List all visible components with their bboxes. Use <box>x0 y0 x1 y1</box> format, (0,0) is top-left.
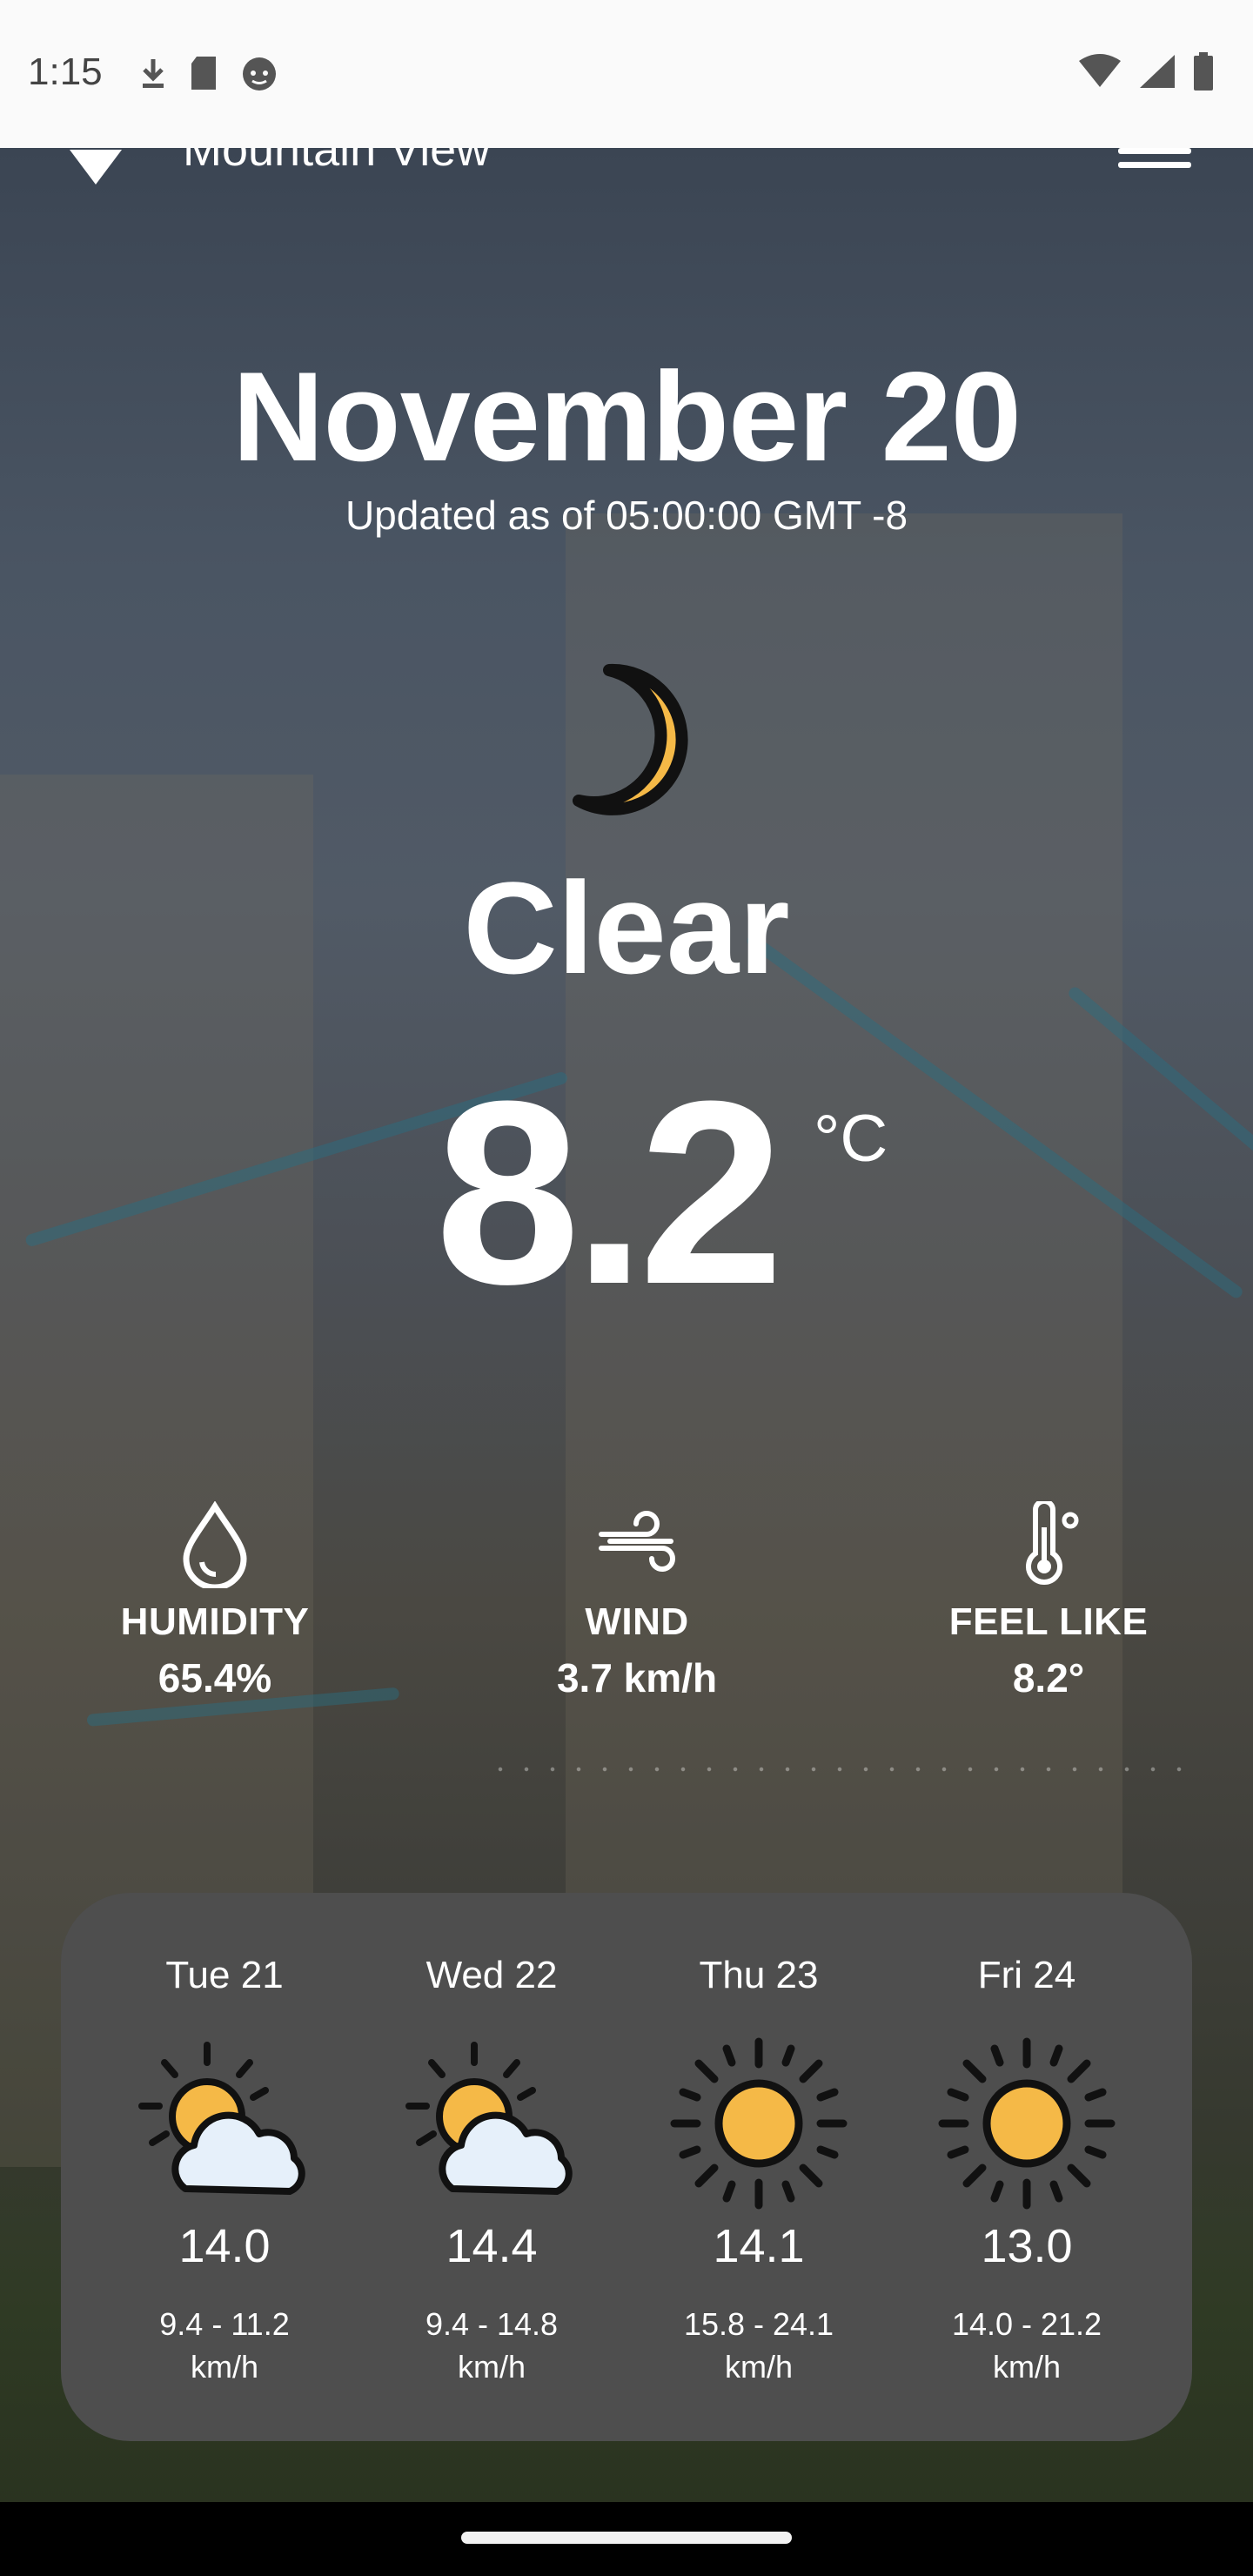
forecast-temp: 14.0 <box>178 2220 271 2272</box>
humidity-drop-icon <box>183 1501 247 1588</box>
sun-icon <box>670 2037 848 2210</box>
hamburger-menu-icon <box>1118 148 1191 154</box>
forecast-wind-range: 15.8 - 24.1 <box>683 2306 834 2342</box>
hamburger-bar <box>1118 162 1191 168</box>
partly-cloudy-icon <box>138 2042 305 2195</box>
forecast-wind: 9.4 - 14.8 km/h <box>361 2304 622 2388</box>
thermometer-icon <box>1026 1501 1079 1585</box>
current-date: November 20 <box>232 345 1022 487</box>
forecast-wind-range: 14.0 - 21.2 <box>951 2306 1102 2342</box>
forecast-wind-unit: km/h <box>457 2348 526 2385</box>
sd-card-icon <box>191 57 216 90</box>
status-bar-overlay: 1:15 <box>0 0 1253 148</box>
status-time-overlay: 1:15 <box>28 50 103 93</box>
forecast-wind-range: 9.4 - 11.2 <box>159 2306 290 2342</box>
temperature-unit: °C <box>814 1102 888 1176</box>
forecast-wind-unit: km/h <box>190 2348 258 2385</box>
sun-icon <box>938 2037 1116 2210</box>
metric-value: 3.7 km/h <box>556 1655 718 1701</box>
forecast-day-name: Tue 21 <box>165 1954 284 1996</box>
metric-humidity: HUMIDITY 65.4% <box>71 1501 358 1701</box>
metric-value: 65.4% <box>157 1655 272 1701</box>
dotted-divider <box>487 1767 1183 1772</box>
forecast-wind: 9.4 - 11.2 km/h <box>94 2304 355 2388</box>
forecast-card: Tue 21 14.0 9.4 - 11.2 km/h Wed 22 14.4 … <box>61 1893 1192 2441</box>
cat-icon <box>243 57 276 91</box>
forecast-wind: 14.0 - 21.2 km/h <box>896 2304 1157 2388</box>
updated-time: Updated as of 05:00:00 GMT -8 <box>345 493 908 538</box>
forecast-temp: 14.1 <box>713 2220 805 2272</box>
forecast-temp: 13.0 <box>981 2220 1073 2272</box>
status-right-icons-overlay <box>1077 52 1215 91</box>
forecast-temp: 14.4 <box>446 2220 538 2272</box>
system-nav-bar <box>0 2502 1253 2576</box>
cell-signal-icon <box>1140 55 1175 88</box>
metric-value: 8.2° <box>1012 1655 1085 1701</box>
metric-wind: WIND 3.7 km/h <box>493 1501 781 1701</box>
menu-button[interactable] <box>1118 148 1191 172</box>
forecast-day-name: Thu 23 <box>699 1954 819 1996</box>
forecast-wind-unit: km/h <box>992 2348 1061 2385</box>
wind-icon <box>599 1511 675 1572</box>
metric-feel-like: FEEL LIKE 8.2° <box>905 1501 1192 1701</box>
metric-label: HUMIDITY <box>120 1600 310 1643</box>
current-temperature: 8.2 <box>435 1046 784 1338</box>
metric-label: FEEL LIKE <box>948 1600 1149 1643</box>
home-gesture-handle[interactable] <box>461 2532 792 2544</box>
forecast-wind-unit: km/h <box>724 2348 793 2385</box>
status-left-icons-overlay <box>139 54 278 92</box>
weather-condition: Clear <box>463 855 790 1001</box>
download-icon <box>143 59 164 88</box>
wifi-icon <box>1079 54 1121 87</box>
forecast-day-name: Fri 24 <box>977 1954 1076 1996</box>
moon-icon <box>573 663 688 815</box>
forecast-wind-range: 9.4 - 14.8 <box>425 2306 559 2342</box>
metric-label: WIND <box>585 1600 689 1643</box>
partly-cloudy-icon <box>405 2042 573 2195</box>
app-screen: 1:15 Mountain View 1:15 <box>0 0 1253 2576</box>
forecast-wind: 15.8 - 24.1 km/h <box>628 2304 889 2388</box>
forecast-day-name: Wed 22 <box>425 1954 558 1996</box>
battery-icon <box>1194 52 1213 91</box>
